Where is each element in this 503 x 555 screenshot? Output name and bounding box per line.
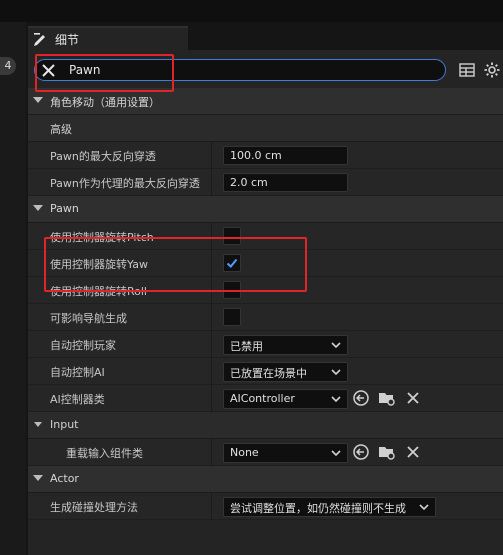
category-movement[interactable]: 角色移动（通用设置） <box>28 88 503 115</box>
column-divider <box>211 223 212 250</box>
search-input[interactable] <box>69 62 429 78</box>
property-row: 使用控制器旋转Yaw <box>28 250 503 277</box>
property-name: 使用控制器旋转Roll <box>50 285 147 298</box>
left-gutter <box>0 22 26 555</box>
search-box <box>34 59 446 81</box>
chevron-down-icon <box>331 342 341 349</box>
property-row: 自动控制玩家 已禁用 <box>28 331 503 358</box>
column-divider <box>211 142 212 169</box>
input-component-class-dropdown[interactable]: None <box>223 443 348 463</box>
navigation-checkbox[interactable] <box>223 308 241 326</box>
column-divider <box>211 277 212 304</box>
subcategory-label: 高级 <box>50 123 72 136</box>
property-name: Pawn作为代理的最大反向穿透 <box>50 177 200 190</box>
column-divider <box>211 385 212 412</box>
property-name: AI控制器类 <box>50 393 105 406</box>
property-row: Pawn的最大反向穿透 <box>28 142 503 169</box>
column-divider <box>211 358 212 385</box>
spawn-collision-dropdown[interactable]: 尝试调整位置，如仍然碰撞则不生成 <box>223 497 436 517</box>
property-name: 使用控制器旋转Yaw <box>50 258 148 271</box>
category-input[interactable]: Input <box>28 412 503 439</box>
gear-icon[interactable] <box>483 61 501 79</box>
column-divider <box>211 250 212 277</box>
property-row: 可影响导航生成 <box>28 304 503 331</box>
checkmark-icon <box>226 258 238 268</box>
collapse-arrow-icon <box>34 422 42 427</box>
yaw-checkbox[interactable] <box>223 254 241 272</box>
category-label: Input <box>50 418 79 431</box>
property-list: 角色移动（通用设置） 高级 Pawn的最大反向穿透 Pawn作为代理的最大反向穿… <box>28 88 503 520</box>
property-row: 使用控制器旋转Pitch <box>28 223 503 250</box>
close-icon[interactable] <box>40 62 57 79</box>
dropdown-value: AIController <box>230 392 295 405</box>
pitch-checkbox[interactable] <box>223 227 241 245</box>
column-divider <box>211 169 212 196</box>
category-label: Actor <box>50 472 79 485</box>
max-depenetration-input[interactable] <box>223 146 348 165</box>
property-row: 重载输入组件类 None <box>28 439 503 466</box>
property-name: 自动控制玩家 <box>50 339 116 352</box>
clear-icon[interactable] <box>404 443 422 461</box>
clear-icon[interactable] <box>404 389 422 407</box>
dropdown-value: 尝试调整位置，如仍然碰撞则不生成 <box>230 502 406 515</box>
property-name: Pawn的最大反向穿透 <box>50 150 156 163</box>
collapse-arrow-icon <box>33 205 43 211</box>
category-label: 角色移动（通用设置） <box>50 96 160 109</box>
search-row <box>28 52 503 88</box>
property-row: Pawn作为代理的最大反向穿透 <box>28 169 503 196</box>
column-divider <box>211 331 212 358</box>
browse-folder-icon[interactable] <box>378 389 396 407</box>
property-name: 生成碰撞处理方法 <box>50 501 138 514</box>
property-row: 生成碰撞处理方法 尝试调整位置，如仍然碰撞则不生成 <box>28 493 503 520</box>
dropdown-value: None <box>230 446 259 459</box>
column-divider <box>211 304 212 331</box>
chevron-down-icon <box>331 450 341 457</box>
column-divider <box>211 493 212 520</box>
proxy-depenetration-input[interactable] <box>223 173 348 192</box>
pencil-icon <box>34 33 45 46</box>
property-row: 使用控制器旋转Roll <box>28 277 503 304</box>
category-label: Pawn <box>50 202 79 215</box>
collapse-arrow-icon <box>33 97 43 103</box>
use-selected-icon[interactable] <box>352 389 370 407</box>
collapse-arrow-icon <box>33 475 43 481</box>
tab-details[interactable]: 细节 <box>28 26 188 50</box>
property-row: AI控制器类 AIController <box>28 385 503 412</box>
property-name: 使用控制器旋转Pitch <box>50 231 154 244</box>
top-strip <box>0 0 503 22</box>
chevron-down-icon <box>419 504 429 511</box>
browse-folder-icon[interactable] <box>378 443 396 461</box>
column-divider <box>211 439 212 466</box>
chevron-down-icon <box>331 369 341 376</box>
use-selected-icon[interactable] <box>352 443 370 461</box>
property-row: 自动控制AI 已放置在场景中 <box>28 358 503 385</box>
ai-controller-class-dropdown[interactable]: AIController <box>223 389 348 409</box>
tab-title: 细节 <box>55 33 80 47</box>
property-name: 重载输入组件类 <box>66 447 143 460</box>
property-name: 自动控制AI <box>50 366 105 379</box>
roll-checkbox[interactable] <box>223 281 241 299</box>
chevron-down-icon <box>331 396 341 403</box>
auto-possess-ai-dropdown[interactable]: 已放置在场景中 <box>223 362 348 382</box>
dropdown-value: 已放置在场景中 <box>230 367 307 380</box>
category-actor[interactable]: Actor <box>28 466 503 493</box>
auto-possess-player-dropdown[interactable]: 已禁用 <box>223 335 348 355</box>
subcategory-advanced[interactable]: 高级 <box>28 115 503 142</box>
dropdown-value: 已禁用 <box>230 340 263 353</box>
table-view-icon[interactable] <box>458 61 476 79</box>
property-name: 可影响导航生成 <box>50 312 127 325</box>
category-pawn[interactable]: Pawn <box>28 196 503 223</box>
